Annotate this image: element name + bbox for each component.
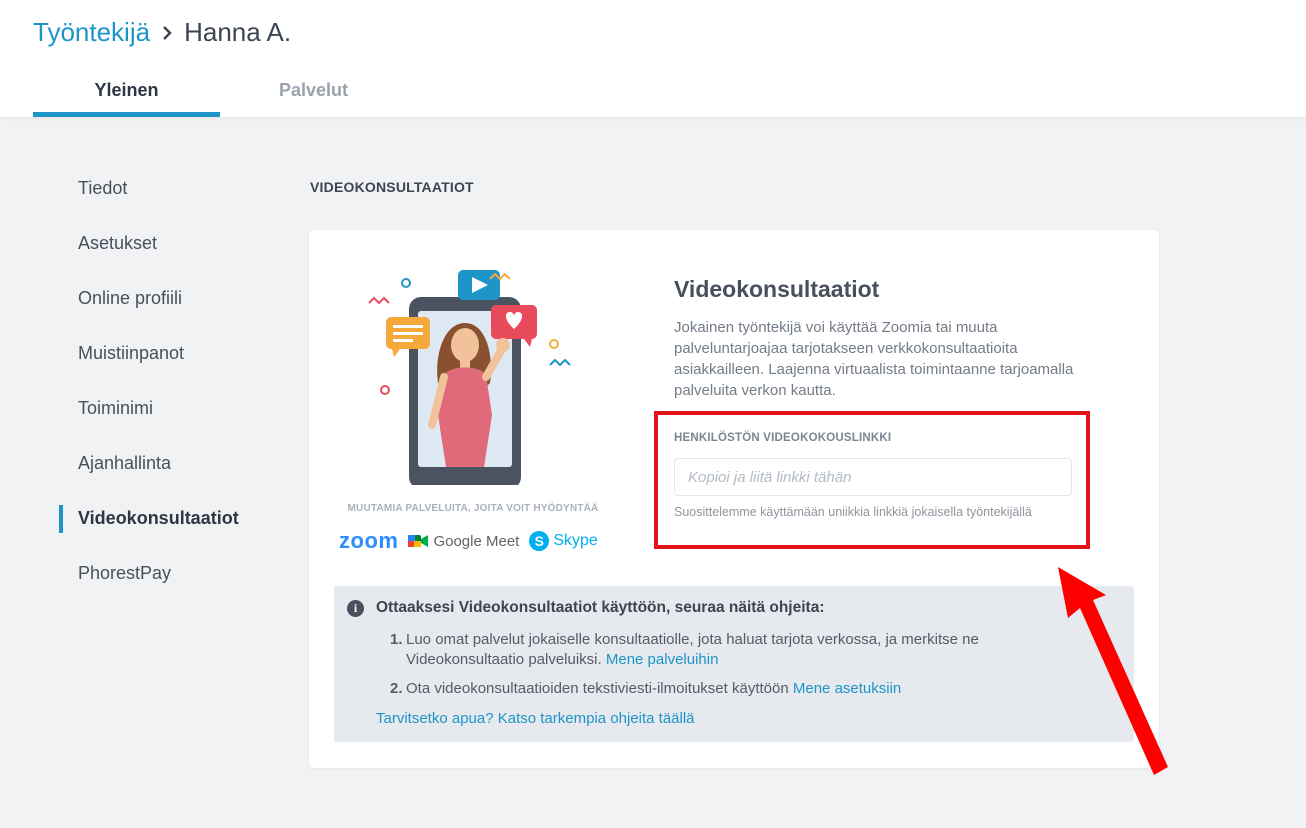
step-text: Luo omat palvelut jokaiselle konsultaati… [406, 631, 979, 668]
step-number: 1. [390, 631, 403, 648]
video-call-illustration [368, 270, 571, 485]
meeting-link-highlight-box: HENKILÖSTÖN VIDEOKOKOUSLINKKI Suosittele… [654, 411, 1090, 549]
meeting-link-label: HENKILÖSTÖN VIDEOKOKOUSLINKKI [674, 432, 892, 444]
google-meet-icon [408, 535, 429, 547]
meeting-link-hint: Suosittelemme käyttämään uniikkia linkki… [674, 505, 1032, 519]
sidebar-item-ajanhallinta[interactable]: Ajanhallinta [59, 436, 279, 491]
video-service-logos: zoom Google Meet S Skype [339, 528, 598, 554]
go-to-services-link[interactable]: Mene palveluihin [606, 651, 719, 668]
tab-palvelut[interactable]: Palvelut [220, 68, 407, 117]
skype-logo: S Skype [529, 531, 598, 551]
card-title: Videokonsultaatiot [674, 276, 880, 302]
skype-label: Skype [553, 532, 598, 549]
google-meet-label: Google Meet [433, 532, 520, 550]
breadcrumb-parent-link[interactable]: Työntekijä [33, 17, 150, 48]
sidebar-item-toiminimi[interactable]: Toiminimi [59, 381, 279, 436]
breadcrumb-current: Hanna A. [184, 17, 292, 47]
instructions-title: Ottaaksesi Videokonsultaatiot käyttöön, … [376, 599, 825, 616]
sidebar-item-tiedot[interactable]: Tiedot [59, 161, 279, 216]
chevron-right-icon [163, 25, 172, 40]
services-caption: MUUTAMIA PALVELUITA, JOITA VOIT HYÖDYNTÄ… [347, 503, 599, 514]
side-navigation: Tiedot Asetukset Online profiili Muistii… [59, 161, 279, 601]
setup-instructions-panel: i Ottaaksesi Videokonsultaatiot käyttöön… [334, 586, 1134, 742]
instruction-step: 1. Luo omat palvelut jokaiselle konsulta… [390, 630, 1080, 670]
sidebar-item-phorestpay[interactable]: PhorestPay [59, 546, 279, 601]
step-number: 2. [390, 680, 403, 697]
instructions-steps: 1. Luo omat palvelut jokaiselle konsulta… [390, 630, 1080, 708]
video-consultation-card: MUUTAMIA PALVELUITA, JOITA VOIT HYÖDYNTÄ… [309, 230, 1159, 768]
red-arrow-annotation [1058, 567, 1168, 775]
go-to-settings-link[interactable]: Mene asetuksiin [793, 680, 901, 697]
tab-yleinen[interactable]: Yleinen [33, 68, 220, 117]
breadcrumb: Työntekijä Hanna A. [33, 17, 291, 48]
sidebar-item-asetukset[interactable]: Asetukset [59, 216, 279, 271]
sidebar-item-videokonsultaatiot[interactable]: Videokonsultaatiot [59, 491, 279, 546]
step-text: Ota videokonsultaatioiden tekstiviesti-i… [406, 680, 902, 697]
instruction-step: 2. Ota videokonsultaatioiden tekstiviest… [390, 679, 1080, 699]
zoom-logo: zoom [339, 528, 399, 553]
section-title: VIDEOKONSULTAATIOT [310, 179, 474, 195]
info-icon: i [347, 600, 364, 617]
meeting-link-input[interactable] [674, 458, 1072, 496]
tab-bar: Yleinen Palvelut [33, 68, 407, 117]
card-description: Jokainen työntekijä voi käyttää Zoomia t… [674, 319, 1074, 399]
intro-text: Videokonsultaatiot Jokainen työntekijä v… [674, 276, 1084, 401]
help-link[interactable]: Tarvitsetko apua? Katso tarkempia ohjeit… [376, 710, 695, 727]
google-meet-logo: Google Meet [408, 533, 519, 550]
sidebar-item-muistiinpanot[interactable]: Muistiinpanot [59, 326, 279, 381]
sidebar-item-online-profiili[interactable]: Online profiili [59, 271, 279, 326]
top-bar: Työntekijä Hanna A. Yleinen Palvelut [0, 0, 1306, 117]
skype-icon: S [529, 531, 550, 551]
